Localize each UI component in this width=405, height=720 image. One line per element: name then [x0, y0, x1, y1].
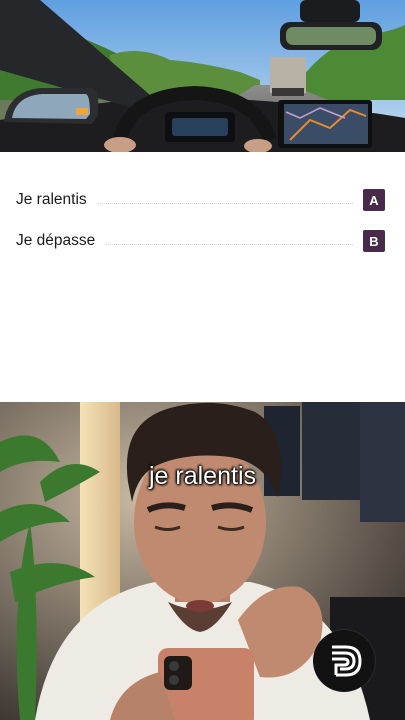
answer-key-badge: B — [363, 230, 385, 252]
answer-key-badge: A — [363, 189, 385, 211]
answer-option-a[interactable]: Je ralentis A — [16, 188, 385, 212]
driving-scene-photo — [0, 0, 405, 152]
quiz-panel: Je ralentis A Je dépasse B — [0, 152, 405, 402]
answer-option-label: Je dépasse — [16, 232, 96, 249]
gps-screen-icon — [278, 100, 372, 148]
dotted-leader — [105, 243, 353, 245]
video-caption: je ralentis — [149, 462, 256, 490]
answer-option-b[interactable]: Je dépasse B — [16, 229, 385, 253]
brand-logo-icon — [313, 630, 375, 692]
answer-option-label: Je ralentis — [16, 191, 87, 208]
dotted-leader — [96, 202, 353, 204]
